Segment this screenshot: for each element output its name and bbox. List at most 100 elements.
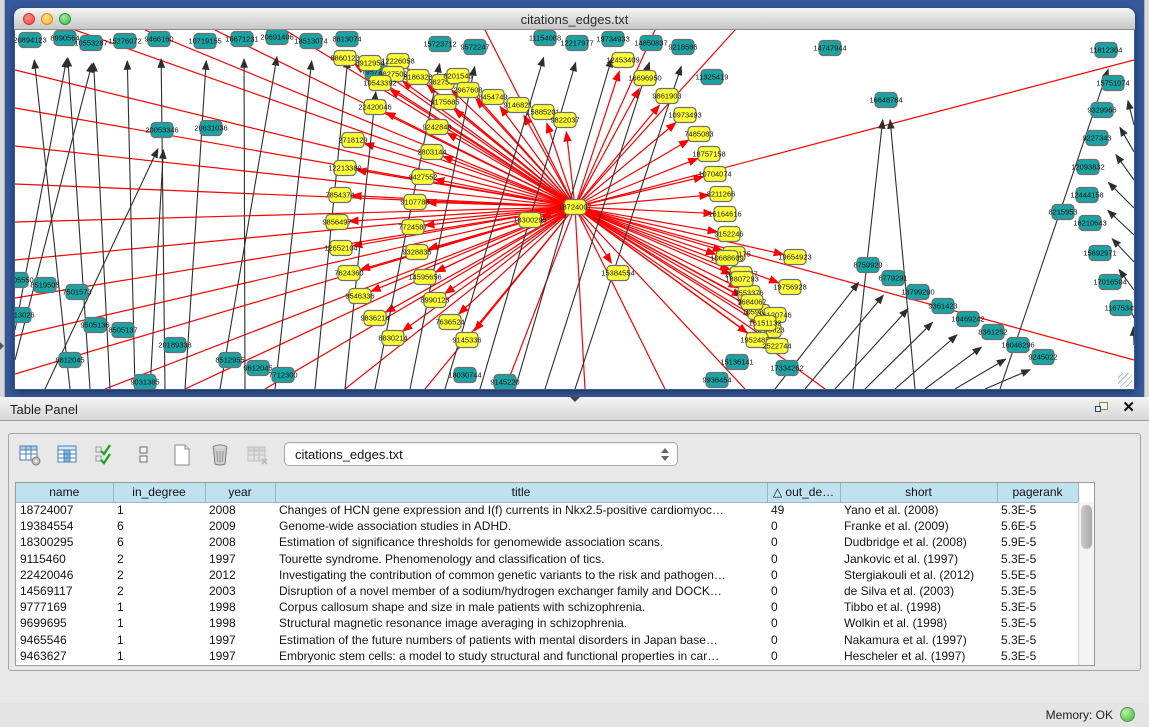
graph-node-teal[interactable]: 20691406 <box>260 30 293 45</box>
cell-year[interactable]: 1997 <box>205 551 275 567</box>
graph-node-teal[interactable]: 11325419 <box>696 70 729 85</box>
cell-short[interactable]: Franke et al. (2009) <box>840 518 997 534</box>
red-edge[interactable] <box>15 207 575 336</box>
float-panel-icon[interactable] <box>1095 402 1109 415</box>
vertical-scrollbar[interactable] <box>1078 502 1094 665</box>
cell-out_degree[interactable]: 0 <box>767 583 840 599</box>
graph-node-yellow[interactable]: 9145336 <box>452 333 481 348</box>
cell-out_degree[interactable]: 0 <box>767 615 840 631</box>
cell-year[interactable]: 1997 <box>205 632 275 648</box>
graph-node-yellow[interactable]: 9836214 <box>360 311 389 326</box>
graph-node-teal[interactable]: 8812045 <box>55 353 84 368</box>
cell-short[interactable]: Wolkin et al. (1998) <box>840 615 997 631</box>
graph-node-teal[interactable]: 9031385 <box>130 375 159 390</box>
graph-node-yellow[interactable]: 8912954 <box>355 56 384 71</box>
cell-name[interactable]: 18724007 <box>16 502 113 518</box>
graph-node-yellow[interactable]: 15384554 <box>601 266 634 281</box>
graph-node-yellow[interactable]: 16164616 <box>708 207 741 222</box>
black-edge[interactable] <box>34 60 70 389</box>
cell-name[interactable]: 22420046 <box>16 567 113 583</box>
graph-node-teal[interactable]: 14747944 <box>813 41 846 56</box>
black-edge[interactable] <box>985 370 1030 389</box>
black-edge[interactable] <box>275 61 312 389</box>
cell-pagerank[interactable]: 5.3E-5 <box>997 615 1078 631</box>
graph-node-teal[interactable]: 12093832 <box>1071 160 1104 175</box>
graph-node-teal[interactable]: 10719155 <box>188 34 221 49</box>
graph-node-teal[interactable]: 8813074 <box>332 32 361 47</box>
cell-in_degree[interactable]: 2 <box>113 551 205 567</box>
red-edge[interactable] <box>105 207 575 389</box>
black-edge[interactable] <box>853 120 883 389</box>
graph-node-yellow[interactable]: 8201546 <box>443 69 472 84</box>
black-edge[interactable] <box>244 59 245 389</box>
graph-node-teal[interactable]: 9329966 <box>1087 103 1116 118</box>
graph-node-yellow[interactable]: 12453409 <box>606 53 639 68</box>
cell-year[interactable]: 2008 <box>205 534 275 550</box>
table-row[interactable]: 969969511998Structural magnetic resonanc… <box>16 615 1078 631</box>
table-settings-icon[interactable] <box>17 442 43 468</box>
graph-node-yellow[interactable]: 9242848 <box>422 120 451 135</box>
graph-node-yellow[interactable]: 9107788 <box>400 195 429 210</box>
graph-node-teal[interactable]: 11154088 <box>529 31 561 46</box>
table-row[interactable]: 1830029562008Estimation of significance … <box>16 534 1078 550</box>
graph-node-teal[interactable]: 16648784 <box>869 93 902 108</box>
graph-node-teal[interactable]: 8361252 <box>978 325 1007 340</box>
cell-name[interactable]: 9115460 <box>16 551 113 567</box>
graph-node-teal[interactable]: 16210643 <box>1073 216 1106 231</box>
graph-node-yellow[interactable]: 2522744 <box>762 339 791 354</box>
graph-node-teal[interactable]: 10553287 <box>74 36 107 51</box>
black-edge[interactable] <box>1120 127 1134 152</box>
black-edge[interactable] <box>925 347 981 389</box>
table-row[interactable]: 946554611997Estimation of the future num… <box>16 632 1078 648</box>
window-resize-grip[interactable] <box>1118 373 1132 387</box>
cell-pagerank[interactable]: 5.3E-5 <box>997 599 1078 615</box>
cell-in_degree[interactable]: 6 <box>113 534 205 550</box>
cell-pagerank[interactable]: 5.3E-5 <box>997 632 1078 648</box>
red-edge[interactable] <box>575 71 619 207</box>
cell-pagerank[interactable]: 5.3E-5 <box>997 502 1078 518</box>
graph-node-teal[interactable]: 9936454 <box>702 373 731 388</box>
red-edge[interactable] <box>575 207 783 254</box>
graph-node-yellow[interactable]: 9856497 <box>322 215 351 230</box>
black-edge[interactable] <box>94 63 110 389</box>
graph-node-teal[interactable]: 7712300 <box>268 368 297 383</box>
graph-node-yellow[interactable]: 10704074 <box>698 167 731 182</box>
black-edge[interactable] <box>955 359 1006 389</box>
network-window-titlebar[interactable]: citations_edges.txt <box>14 8 1135 30</box>
graph-node-yellow[interactable]: 7854374 <box>325 188 354 203</box>
scrollbar-thumb[interactable] <box>1081 505 1092 549</box>
graph-node-teal[interactable]: 20631036 <box>194 121 227 136</box>
graph-node-teal[interactable]: 3913026 <box>15 308 35 323</box>
graph-node-yellow[interactable]: 12213389 <box>328 161 361 176</box>
graph-node-yellow[interactable]: 19756928 <box>773 280 806 295</box>
black-edge[interactable] <box>835 309 908 389</box>
cell-short[interactable]: Dudbridge et al. (2008) <box>840 534 997 550</box>
results-panel-collapsed-strip[interactable] <box>1144 0 1149 397</box>
table-row[interactable]: 1456911722003Disruption of a novel membe… <box>16 583 1078 599</box>
graph-node-teal[interactable]: 15692971 <box>1083 246 1116 261</box>
cell-name[interactable]: 18300295 <box>16 534 113 550</box>
graph-node-teal[interactable]: 9145220 <box>490 375 519 390</box>
graph-node-yellow[interactable]: 8990123 <box>420 293 449 308</box>
graph-node-teal[interactable]: 11675345 <box>1105 301 1134 316</box>
network-canvas[interactable]: 2089412389905641055328715276072946616010… <box>15 30 1134 389</box>
new-table-icon[interactable] <box>169 442 195 468</box>
graph-node-teal[interactable]: 15723712 <box>423 37 456 52</box>
delete-table-icon[interactable] <box>207 442 233 468</box>
cell-pagerank[interactable]: 5.3E-5 <box>997 583 1078 599</box>
cell-in_degree[interactable]: 2 <box>113 583 205 599</box>
graph-node-yellow[interactable]: 12652104 <box>324 241 357 256</box>
cell-title[interactable]: Disruption of a novel member of a sodium… <box>275 583 767 599</box>
cell-short[interactable]: Hescheler et al. (1997) <box>840 648 997 664</box>
graph-node-yellow[interactable]: 9152246 <box>714 227 743 242</box>
cell-short[interactable]: Jankovic et al. (1997) <box>840 551 997 567</box>
graph-node-teal[interactable]: 18030744 <box>448 368 481 383</box>
cell-pagerank[interactable]: 5.5E-5 <box>997 567 1078 583</box>
cell-year[interactable]: 2008 <box>205 502 275 518</box>
graph-node-teal[interactable]: 14850837 <box>634 36 667 51</box>
graph-node-yellow[interactable]: 7636524 <box>435 315 464 330</box>
cell-in_degree[interactable]: 1 <box>113 599 205 615</box>
column-header-pagerank[interactable]: pagerank <box>997 483 1078 502</box>
graph-node-teal[interactable]: 17016504 <box>1093 275 1126 290</box>
graph-node-yellow[interactable]: 9546336 <box>345 289 374 304</box>
